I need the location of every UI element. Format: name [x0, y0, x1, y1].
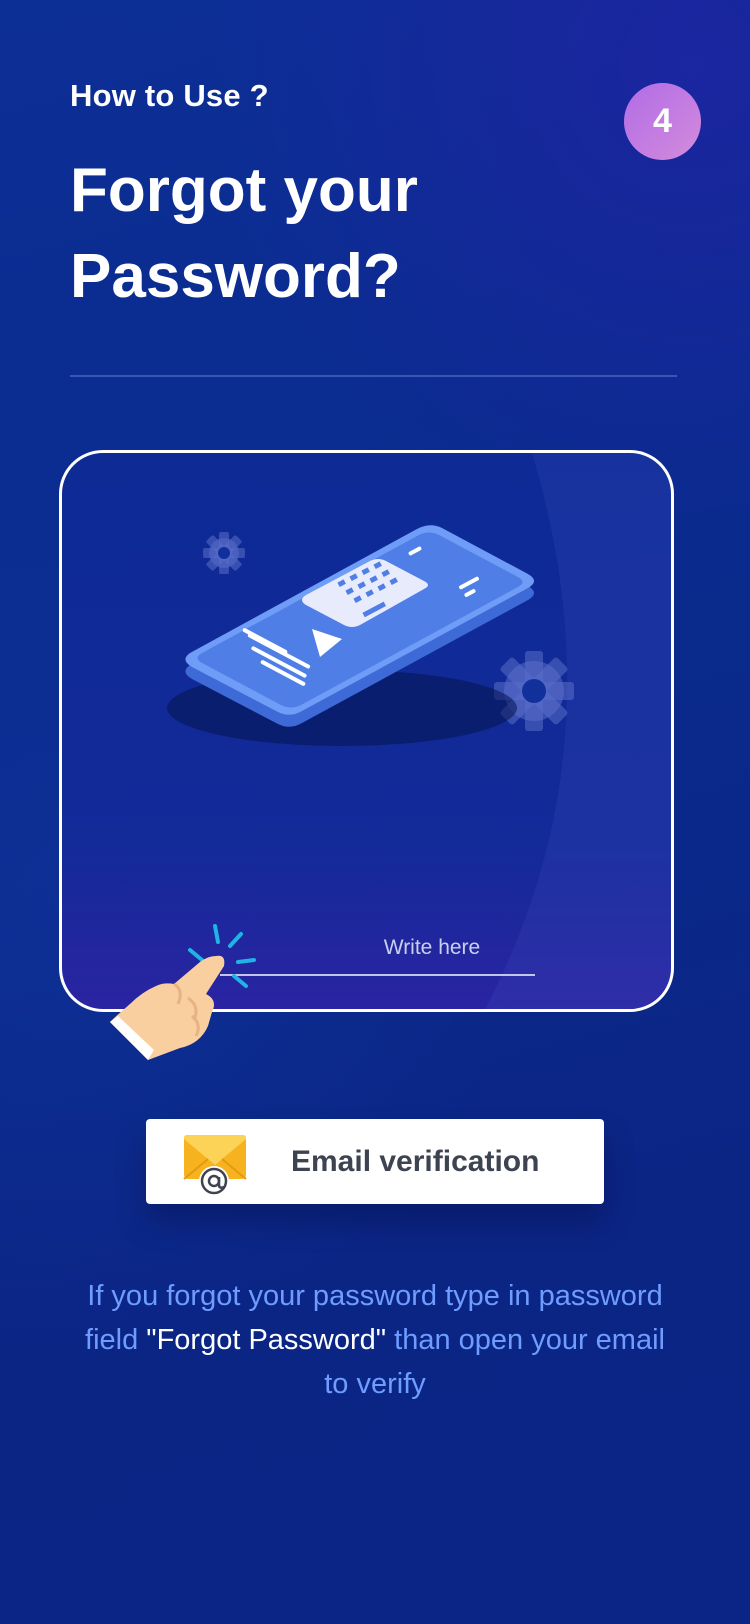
step-number-badge: 4: [624, 83, 701, 160]
gear-icon: [203, 532, 245, 574]
section-eyebrow: How to Use ?: [70, 78, 269, 113]
instructions-text: If you forgot your password type in pass…: [80, 1274, 670, 1406]
page-title: Forgot your Password?: [70, 156, 418, 311]
divider: [70, 375, 677, 377]
email-verification-option[interactable]: Email verification: [146, 1119, 604, 1204]
email-verification-label: Email verification: [291, 1145, 540, 1178]
input-hint: Write here: [383, 936, 481, 959]
input-underline: [220, 974, 535, 976]
email-at-icon: [183, 1135, 247, 1196]
instructions-highlight: "Forgot Password": [146, 1324, 387, 1356]
pointing-hand-icon: [108, 920, 258, 1060]
card-sheen: [485, 453, 671, 1009]
